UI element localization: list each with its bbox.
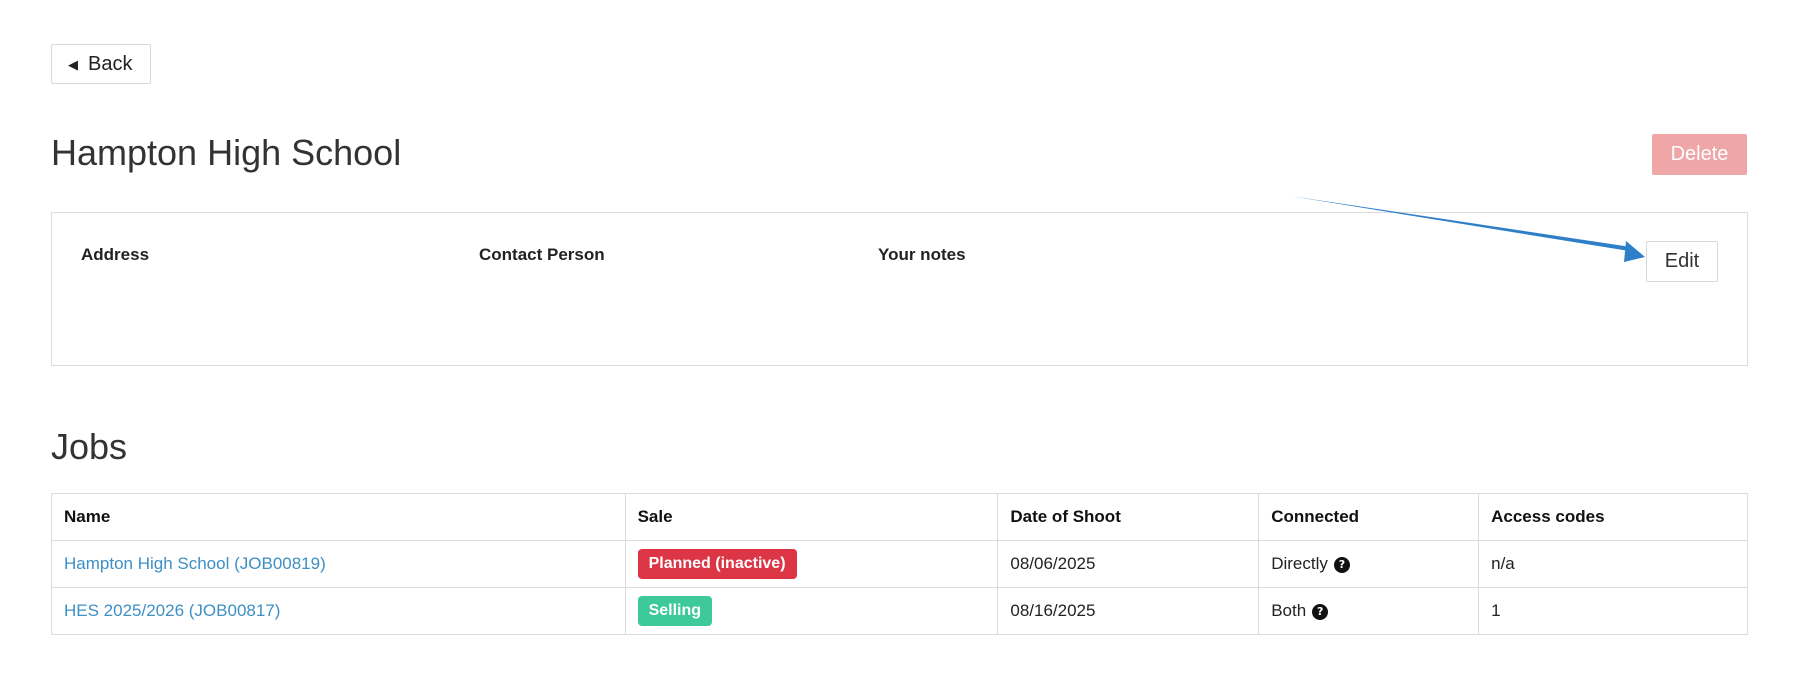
table-row: HES 2025/2026 (JOB00817) Selling 08/16/2… xyxy=(51,587,1748,635)
contact-person-label: Contact Person xyxy=(479,245,605,264)
jobs-table-header: Name Sale Date of Shoot Connected Access… xyxy=(51,493,1748,541)
page-title: Hampton High School xyxy=(51,132,402,173)
access-codes-cell: n/a xyxy=(1478,540,1748,588)
address-label: Address xyxy=(81,245,150,264)
col-sale: Sale xyxy=(624,493,999,541)
connected-value: Both xyxy=(1271,601,1307,620)
date-of-shoot-cell: 08/06/2025 xyxy=(997,540,1260,588)
your-notes-label: Your notes xyxy=(878,245,966,264)
sale-status-badge: Planned (inactive) xyxy=(637,549,797,579)
col-access-codes: Access codes xyxy=(1478,493,1748,541)
access-codes-cell: 1 xyxy=(1478,587,1748,635)
question-circle-icon[interactable]: ? xyxy=(1312,603,1329,620)
edit-button[interactable]: Edit xyxy=(1646,241,1718,282)
caret-left-icon: ◀ xyxy=(68,56,78,72)
back-label: Back xyxy=(88,52,133,75)
jobs-table: Name Sale Date of Shoot Connected Access… xyxy=(51,493,1748,635)
col-name: Name xyxy=(51,493,626,541)
col-date-of-shoot: Date of Shoot xyxy=(997,493,1260,541)
jobs-section-title: Jobs xyxy=(51,426,128,467)
question-circle-icon[interactable]: ? xyxy=(1333,556,1350,573)
date-of-shoot-cell: 08/16/2025 xyxy=(997,587,1260,635)
table-row: Hampton High School (JOB00819) Planned (… xyxy=(51,540,1748,588)
connected-value: Directly xyxy=(1271,554,1328,573)
school-info-card: Address Contact Person Your notes xyxy=(51,212,1748,366)
back-button[interactable]: ◀ Back xyxy=(51,44,152,84)
delete-button[interactable]: Delete xyxy=(1652,134,1747,175)
job-link[interactable]: Hampton High School (JOB00819) xyxy=(64,554,326,573)
sale-status-badge: Selling xyxy=(637,596,713,626)
job-link[interactable]: HES 2025/2026 (JOB00817) xyxy=(64,601,280,620)
col-connected: Connected xyxy=(1258,493,1480,541)
